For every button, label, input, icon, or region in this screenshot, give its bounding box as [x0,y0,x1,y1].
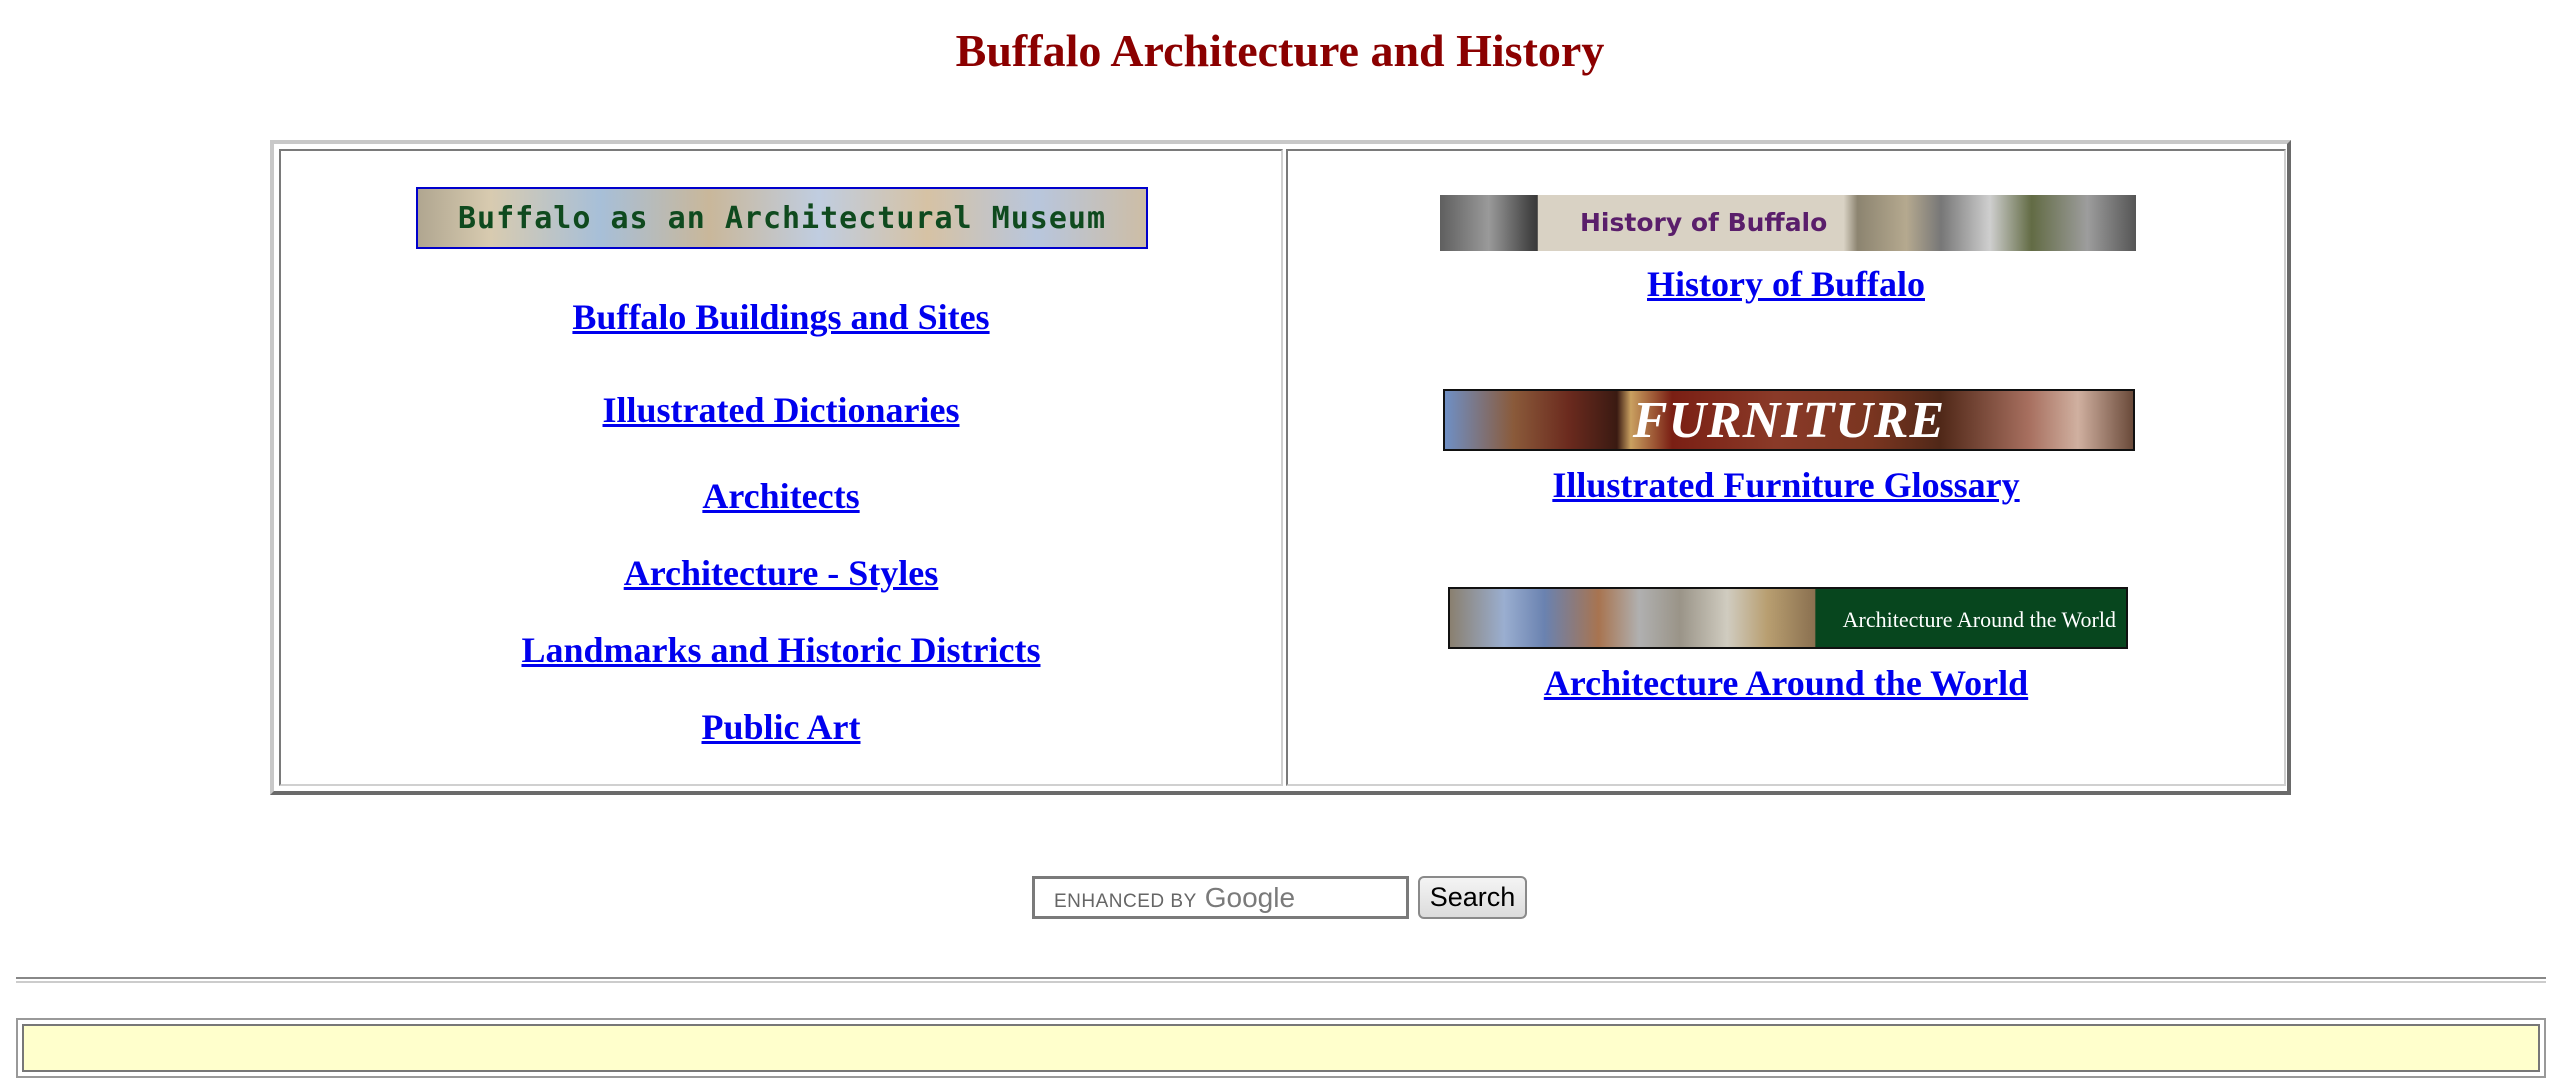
architecture-world-banner[interactable]: Architecture Around the World [1448,587,2128,649]
buffalo-buildings-link[interactable]: Buffalo Buildings and Sites [281,296,1281,338]
left-cell: Buffalo as an Architectural Museum Buffa… [279,149,1283,786]
architecture-world-link[interactable]: Architecture Around the World [1288,662,2284,704]
landmarks-link[interactable]: Landmarks and Historic Districts [281,629,1281,671]
history-banner-label: History of Buffalo [1580,208,1828,237]
architecture-styles-link[interactable]: Architecture - Styles [281,552,1281,594]
footer-panel [22,1024,2540,1072]
world-banner-label: Architecture Around the World [1842,607,2116,632]
architects-link[interactable]: Architects [281,475,1281,517]
search-input[interactable] [1032,876,1409,919]
history-of-buffalo-banner[interactable]: History of Buffalo [1440,195,2136,251]
right-cell: History of Buffalo History of Buffalo FU… [1286,149,2286,786]
furniture-banner-label: FURNITURE [1632,391,1946,449]
search-button[interactable]: Search [1418,876,1527,919]
architectural-museum-banner-label: Buffalo as an Architectural Museum [457,200,1107,236]
footer-box [16,1018,2546,1078]
history-of-buffalo-link[interactable]: History of Buffalo [1288,263,2284,305]
page-title: Buffalo Architecture and History [955,25,1605,76]
main-links-table: Buffalo as an Architectural Museum Buffa… [270,140,2291,795]
illustrated-dictionaries-link[interactable]: Illustrated Dictionaries [281,389,1281,431]
public-art-link[interactable]: Public Art [281,706,1281,748]
furniture-banner[interactable]: FURNITURE [1443,389,2135,451]
architectural-museum-banner[interactable]: Buffalo as an Architectural Museum [416,187,1148,249]
furniture-glossary-link[interactable]: Illustrated Furniture Glossary [1288,464,2284,506]
horizontal-divider [16,977,2546,983]
